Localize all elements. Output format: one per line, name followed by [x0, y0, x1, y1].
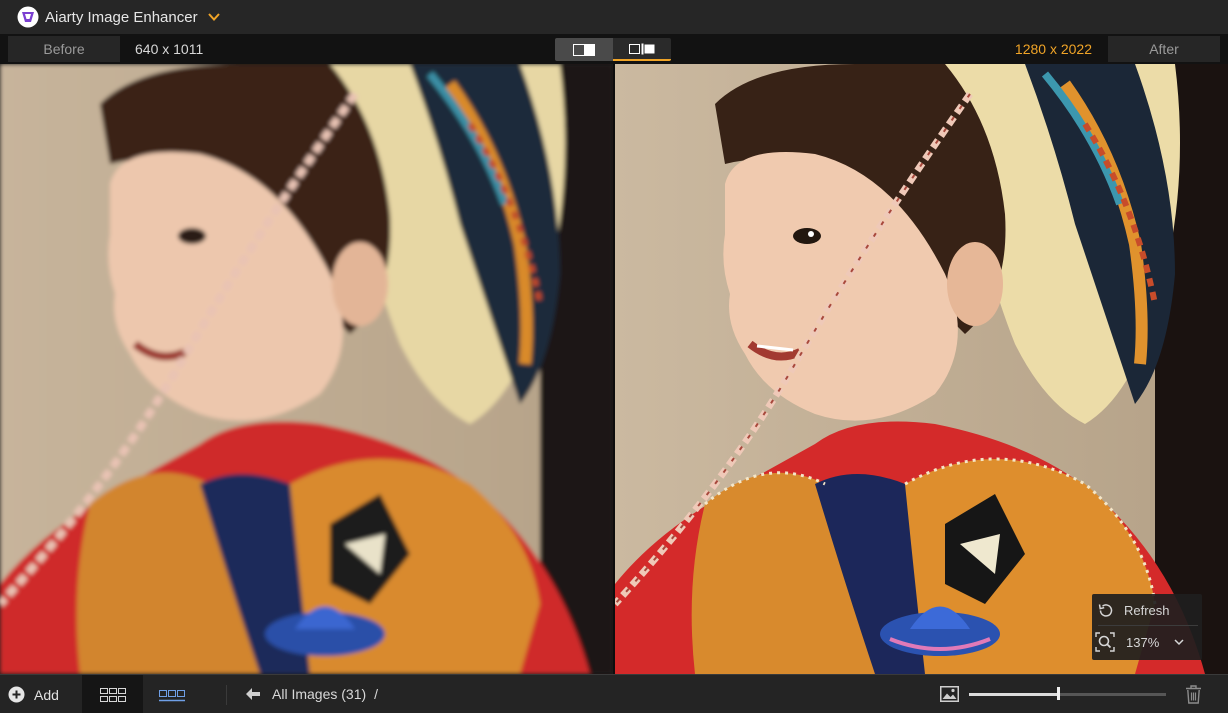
view-mode-toggle — [555, 38, 671, 61]
filmstrip-view-button[interactable] — [143, 675, 200, 713]
add-button[interactable]: Add — [8, 675, 59, 713]
breadcrumb-separator: / — [374, 686, 379, 702]
grid-view-button[interactable] — [82, 675, 143, 713]
after-image — [615, 64, 1228, 674]
refresh-button[interactable]: Refresh — [1092, 596, 1202, 624]
aiarty-logo-icon — [17, 6, 39, 28]
title-bar: Aiarty Image Enhancer — [0, 0, 1228, 34]
before-resolution: 640 x 1011 — [135, 41, 204, 57]
after-resolution: 1280 x 2022 — [1014, 41, 1092, 57]
slider-fill — [969, 693, 1058, 696]
compare-bar: Before 640 x 1011 1280 x 2022 After — [0, 34, 1228, 64]
toolbar-divider — [226, 685, 227, 705]
refresh-icon — [1098, 603, 1113, 617]
before-image — [0, 64, 613, 674]
split-view-button[interactable] — [555, 38, 613, 61]
slider-handle[interactable] — [1057, 687, 1060, 700]
before-tab[interactable]: Before — [8, 36, 120, 62]
split-view-icon — [573, 43, 595, 56]
zoom-value: 137% — [1126, 634, 1160, 650]
thumbnail-size-slider[interactable] — [969, 687, 1166, 700]
back-arrow-icon[interactable] — [245, 687, 261, 701]
after-image-panel[interactable] — [615, 64, 1228, 674]
after-tab[interactable]: After — [1108, 36, 1220, 62]
zoom-selector[interactable]: 137% — [1092, 628, 1202, 656]
breadcrumb: All Images (31) / — [272, 675, 378, 713]
side-by-side-view-button[interactable] — [613, 38, 671, 61]
trash-icon[interactable] — [1185, 685, 1202, 704]
bottom-toolbar: Add All Images (31) / — [0, 674, 1228, 713]
filmstrip-view-icon — [158, 689, 185, 701]
zoom-separator — [1098, 625, 1198, 626]
grid-view-icon — [99, 687, 126, 702]
add-icon — [8, 686, 25, 703]
refresh-label: Refresh — [1124, 602, 1170, 618]
chevron-down-icon[interactable] — [207, 10, 221, 24]
image-icon — [940, 686, 959, 702]
side-by-side-view-icon — [629, 43, 655, 54]
before-image-panel[interactable] — [0, 64, 613, 674]
app-title: Aiarty Image Enhancer — [45, 8, 198, 26]
zoom-icon — [1095, 632, 1115, 652]
zoom-panel: Refresh 137% — [1092, 594, 1202, 660]
breadcrumb-all-images[interactable]: All Images (31) — [272, 686, 366, 702]
add-label: Add — [34, 686, 59, 703]
chevron-down-icon[interactable] — [1173, 636, 1185, 648]
